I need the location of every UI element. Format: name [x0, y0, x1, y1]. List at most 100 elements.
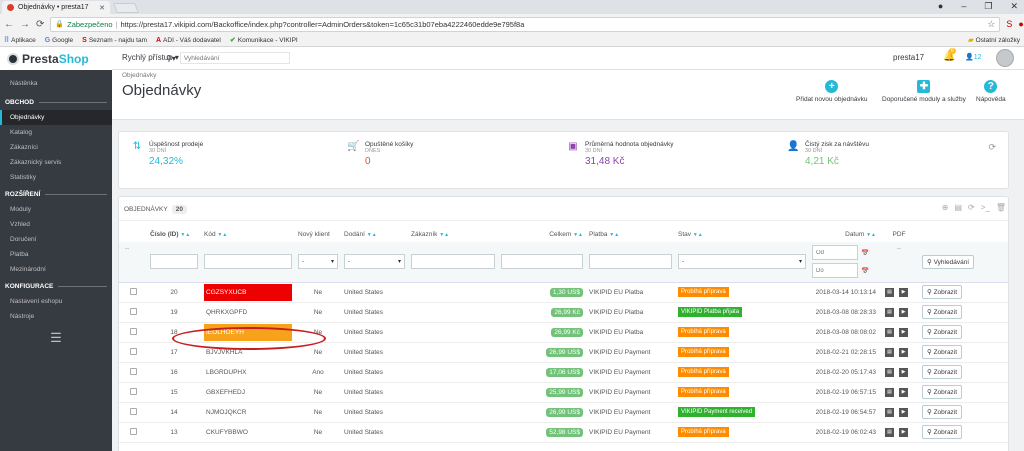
row-checkbox[interactable] — [129, 427, 137, 435]
profile-icon[interactable]: ● — [938, 1, 943, 12]
invoice-icon[interactable]: ▤ — [885, 287, 894, 297]
filter-delivery-select[interactable]: - ▾ — [344, 254, 405, 270]
sidebar-item-tools[interactable]: Nástroje — [0, 309, 112, 324]
view-order-button[interactable]: ⚲ Zobrazit — [922, 365, 963, 379]
view-order-button[interactable]: ⚲ Zobrazit — [922, 385, 963, 399]
col-id[interactable]: Číslo (ID) ▼▲ — [147, 227, 201, 242]
sql-icon[interactable]: >_ — [981, 203, 990, 212]
filter-id-input[interactable] — [150, 254, 198, 270]
sidebar-item-customer-service[interactable]: Zákaznický servis — [0, 155, 112, 170]
col-status[interactable]: Stav ▼▲ — [675, 227, 809, 242]
shop-name-link[interactable]: presta17 — [893, 53, 924, 62]
recommended-modules-button[interactable]: ✚ Doporučené moduly a služby — [882, 80, 966, 103]
collapse-menu-icon[interactable]: ☰ — [0, 330, 112, 346]
reload-icon[interactable]: ⟳ — [36, 19, 44, 30]
view-order-button[interactable]: ⚲ Zobrazit — [922, 425, 963, 439]
sort-icon[interactable]: ▼▲ — [217, 232, 227, 238]
table-row[interactable]: 16 LBGRDUPHX Ano United States 17,06 US$ VIKI… — [119, 362, 1008, 383]
invoice-icon[interactable]: ▤ — [885, 367, 894, 377]
extension-icon[interactable]: ● — [1018, 19, 1023, 30]
sidebar-item-shipping[interactable]: Doručení — [0, 232, 112, 247]
delivery-truck-icon[interactable]: ▶ — [899, 307, 908, 317]
bookmark-other[interactable]: ▰ Ostatní záložky — [968, 36, 1020, 45]
filter-status-select[interactable]: - ▾ — [678, 254, 806, 270]
url-input[interactable]: 🔒 Zabezpečeno | https://presta17.vikipid… — [50, 16, 1001, 32]
view-order-button[interactable]: ⚲ Zobrazit — [922, 305, 963, 319]
table-row[interactable]: 20 CGZSYXUCB Ne United States 1,30 US$ VIKIPI… — [119, 282, 1008, 303]
filter-total-input[interactable] — [501, 254, 583, 270]
export-icon[interactable]: ▤ — [954, 203, 962, 212]
back-icon[interactable]: ← — [4, 19, 14, 30]
sidebar-item-catalog[interactable]: Katalog — [0, 125, 112, 140]
search-input[interactable] — [179, 52, 290, 64]
kpi-average-order[interactable]: ▣ Průměrná hodnota objednávky 30 DNÍ 31,… — [567, 141, 673, 167]
invoice-icon[interactable]: ▤ — [885, 387, 894, 397]
filter-date-from-input[interactable] — [812, 245, 858, 261]
extension-icon[interactable]: S — [1006, 19, 1012, 30]
trash-icon[interactable]: 🗑 — [996, 203, 1006, 212]
close-window-icon[interactable]: ✕ — [1010, 1, 1018, 12]
sort-icon[interactable]: ▼▲ — [609, 232, 619, 238]
table-row[interactable]: 13 CKUFYBBWO Ne United States 52,98 US$ VIKIP… — [119, 422, 1008, 443]
avatar[interactable] — [996, 49, 1014, 67]
sidebar-item-dashboard[interactable]: Nástěnka — [0, 76, 112, 91]
filter-payment-input[interactable] — [589, 254, 672, 270]
calendar-icon[interactable]: 📅 — [861, 249, 869, 257]
filter-reference-input[interactable] — [204, 254, 292, 270]
col-total[interactable]: Celkem ▼▲ — [498, 227, 586, 242]
row-checkbox[interactable] — [129, 407, 137, 415]
bookmark-seznam[interactable]: S Seznam - najdu tam — [82, 37, 147, 44]
close-tab-icon[interactable]: ✕ — [99, 4, 105, 12]
delivery-truck-icon[interactable]: ▶ — [899, 347, 908, 357]
col-customer[interactable]: Zákazník ▼▲ — [408, 227, 498, 242]
add-icon[interactable]: ⊕ — [942, 203, 949, 212]
sidebar-item-payment[interactable]: Platba — [0, 247, 112, 262]
row-checkbox[interactable] — [129, 327, 137, 335]
delivery-truck-icon[interactable]: ▶ — [899, 407, 908, 417]
kpi-abandoned-carts[interactable]: 🛒 Opuštěné košíky DNES 0 — [347, 141, 413, 167]
table-row[interactable]: 15 GBXEFHEDJ Ne United States 25,99 US$ VIKIP… — [119, 382, 1008, 403]
refresh-list-icon[interactable]: ⟳ — [968, 203, 975, 212]
sidebar-item-modules[interactable]: Moduly — [0, 202, 112, 217]
sort-icon[interactable]: ▼▲ — [367, 232, 377, 238]
col-date[interactable]: Datum ▼▲ — [809, 227, 879, 242]
browser-tab[interactable]: Objednávky • presta17 ✕ — [2, 1, 110, 14]
delivery-truck-icon[interactable]: ▶ — [899, 427, 908, 437]
delivery-truck-icon[interactable]: ▶ — [899, 387, 908, 397]
filter-customer-input[interactable] — [411, 254, 495, 270]
view-order-button[interactable]: ⚲ Zobrazit — [922, 325, 963, 339]
sidebar-item-design[interactable]: Vzhled — [0, 217, 112, 232]
sort-icon[interactable]: ▼▲ — [693, 232, 703, 238]
col-payment[interactable]: Platba ▼▲ — [586, 227, 675, 242]
sidebar-item-orders[interactable]: Objednávky — [0, 110, 112, 125]
row-checkbox[interactable] — [129, 287, 137, 295]
row-checkbox[interactable] — [129, 387, 137, 395]
new-tab-button[interactable] — [113, 3, 139, 13]
bookmark-google[interactable]: G Google — [45, 37, 73, 44]
forward-icon[interactable]: → — [20, 19, 30, 30]
view-order-button[interactable]: ⚲ Zobrazit — [922, 285, 963, 299]
prestashop-logo[interactable]: PrestaShop — [0, 47, 112, 70]
bookmark-apps[interactable]: ⠿ Aplikace — [4, 36, 36, 45]
add-order-button[interactable]: + Přidat novou objednávku — [796, 80, 868, 103]
sort-icon[interactable]: ▼▲ — [439, 232, 449, 238]
sidebar-item-statistics[interactable]: Statistiky — [0, 170, 112, 185]
bookmark-star-icon[interactable]: ☆ — [987, 19, 995, 30]
customers-counter[interactable]: 👤12 — [965, 53, 982, 61]
invoice-icon[interactable]: ▤ — [885, 427, 894, 437]
filter-date-to-input[interactable] — [812, 263, 858, 279]
view-order-button[interactable]: ⚲ Zobrazit — [922, 345, 963, 359]
row-checkbox[interactable] — [129, 367, 137, 375]
breadcrumb[interactable]: Objednávky — [122, 72, 156, 79]
invoice-icon[interactable]: ▤ — [885, 407, 894, 417]
sidebar-item-international[interactable]: Mezinárodní — [0, 262, 112, 277]
col-reference[interactable]: Kód ▼▲ — [201, 227, 295, 242]
delivery-truck-icon[interactable]: ▶ — [899, 287, 908, 297]
maximize-icon[interactable]: ❐ — [984, 1, 992, 12]
row-checkbox[interactable] — [129, 307, 137, 315]
minimize-icon[interactable]: – — [961, 1, 966, 12]
sort-icon[interactable]: ▼▲ — [866, 232, 876, 238]
bookmark-komunikace[interactable]: ✔ Komunikace - VIKIPI — [230, 36, 298, 45]
col-delivery[interactable]: Dodání ▼▲ — [341, 227, 408, 242]
help-button[interactable]: ? Nápověda — [976, 80, 1006, 103]
